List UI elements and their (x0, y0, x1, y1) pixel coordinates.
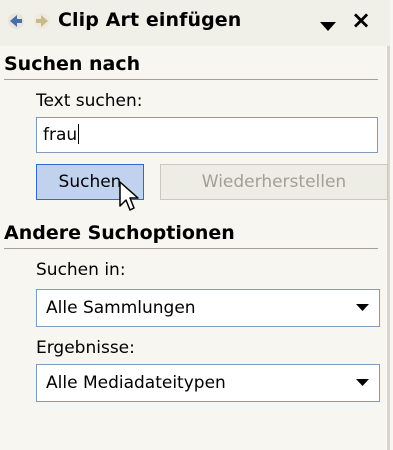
search-text-value: frau (43, 125, 78, 145)
task-pane-title: Clip Art einfügen (58, 9, 242, 31)
search-in-value: Alle Sammlungen (46, 298, 196, 318)
task-pane: Clip Art einfügen × Suchen nach Text suc… (0, 0, 390, 450)
section-heading-search: Suchen nach (4, 53, 141, 75)
search-in-select[interactable]: Alle Sammlungen (36, 289, 380, 327)
task-pane-titlebar: Clip Art einfügen × (0, 0, 390, 46)
search-in-label: Suchen in: (36, 260, 126, 280)
back-arrow-icon[interactable] (6, 11, 26, 31)
results-select[interactable]: Alle Mediadateitypen (36, 364, 380, 402)
search-text-input[interactable]: frau (36, 117, 378, 153)
section-divider (4, 248, 378, 249)
chevron-down-icon[interactable] (347, 291, 378, 325)
section-heading-other-options: Andere Suchoptionen (4, 222, 235, 244)
mouse-pointer-icon (118, 180, 142, 214)
results-value: Alle Mediadateitypen (46, 373, 226, 393)
text-caret (78, 124, 80, 144)
dropdown-triangle-icon[interactable] (320, 17, 336, 31)
text-search-label: Text suchen: (36, 91, 143, 111)
results-label: Ergebnisse: (36, 338, 135, 358)
section-divider (4, 79, 378, 80)
close-icon[interactable]: × (350, 6, 372, 34)
reset-button[interactable]: Wiederherstellen (160, 164, 388, 200)
chevron-down-icon[interactable] (347, 366, 378, 400)
forward-arrow-icon[interactable] (32, 11, 52, 31)
